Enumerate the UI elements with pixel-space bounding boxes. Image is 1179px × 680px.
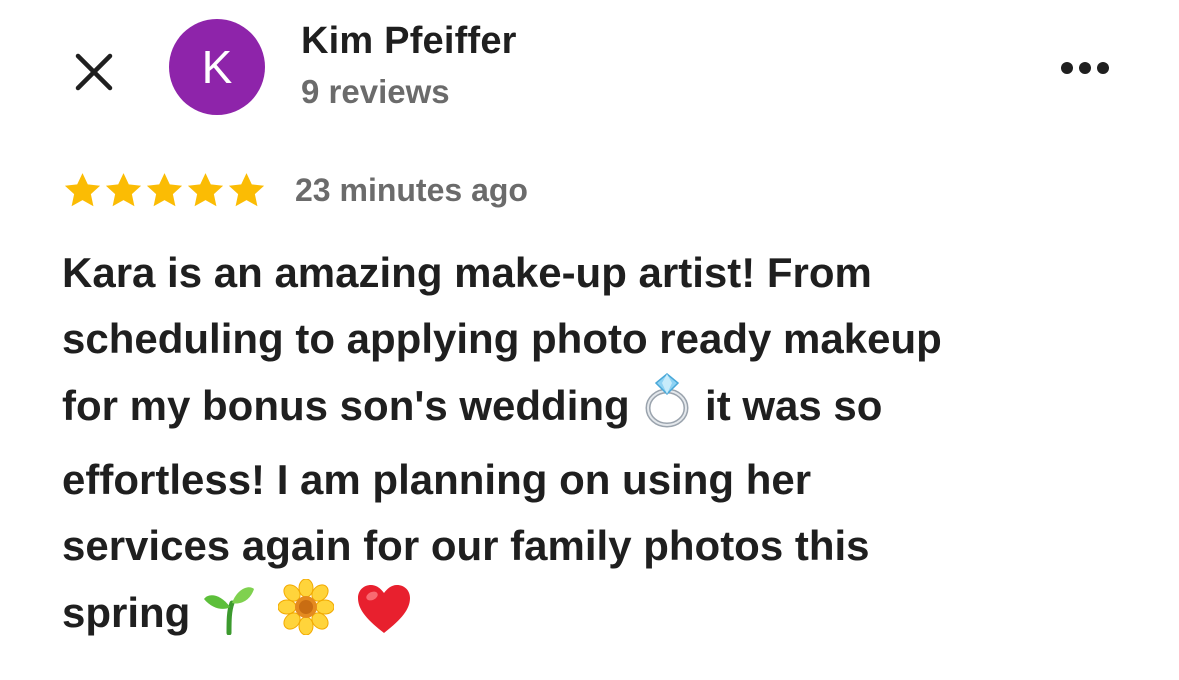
close-button[interactable] (62, 40, 126, 104)
review-line: effortless! I am planning on using her (62, 456, 812, 503)
review-line-text: it was so (693, 382, 883, 429)
star-icon (187, 172, 224, 206)
star-icon (228, 172, 265, 206)
red-heart-emoji (356, 583, 412, 654)
review-line: Kara is an amazing make-up artist! From (62, 249, 872, 296)
review-line-text: for my bonus son's wedding (62, 382, 642, 429)
star-icon (64, 172, 101, 206)
review-timestamp: 23 minutes ago (295, 171, 528, 208)
sunflower-emoji (277, 578, 335, 654)
rating-row: 23 minutes ago (62, 168, 528, 212)
review-text: Kara is an amazing make-up artist! From … (62, 240, 1142, 654)
review-line: services again for our family photos thi… (62, 522, 870, 569)
review-line: for my bonus son's wedding it was so (62, 372, 1142, 447)
close-icon (75, 53, 113, 91)
star-icon (105, 172, 142, 206)
review-line: spring (62, 578, 1142, 654)
review-count[interactable]: 9 reviews (301, 73, 450, 111)
ring-emoji (641, 372, 693, 447)
seedling-emoji (202, 581, 256, 654)
star-rating (62, 170, 267, 211)
star-icon (146, 172, 183, 206)
more-options-button[interactable] (1050, 46, 1120, 90)
review-line-text: spring (62, 589, 203, 636)
reviewer-name[interactable]: Kim Pfeiffer (301, 20, 517, 63)
review-line: scheduling to applying photo ready makeu… (62, 315, 942, 362)
avatar[interactable]: K (169, 19, 265, 115)
avatar-letter: K (201, 41, 233, 93)
more-horizontal-icon (1061, 62, 1109, 74)
